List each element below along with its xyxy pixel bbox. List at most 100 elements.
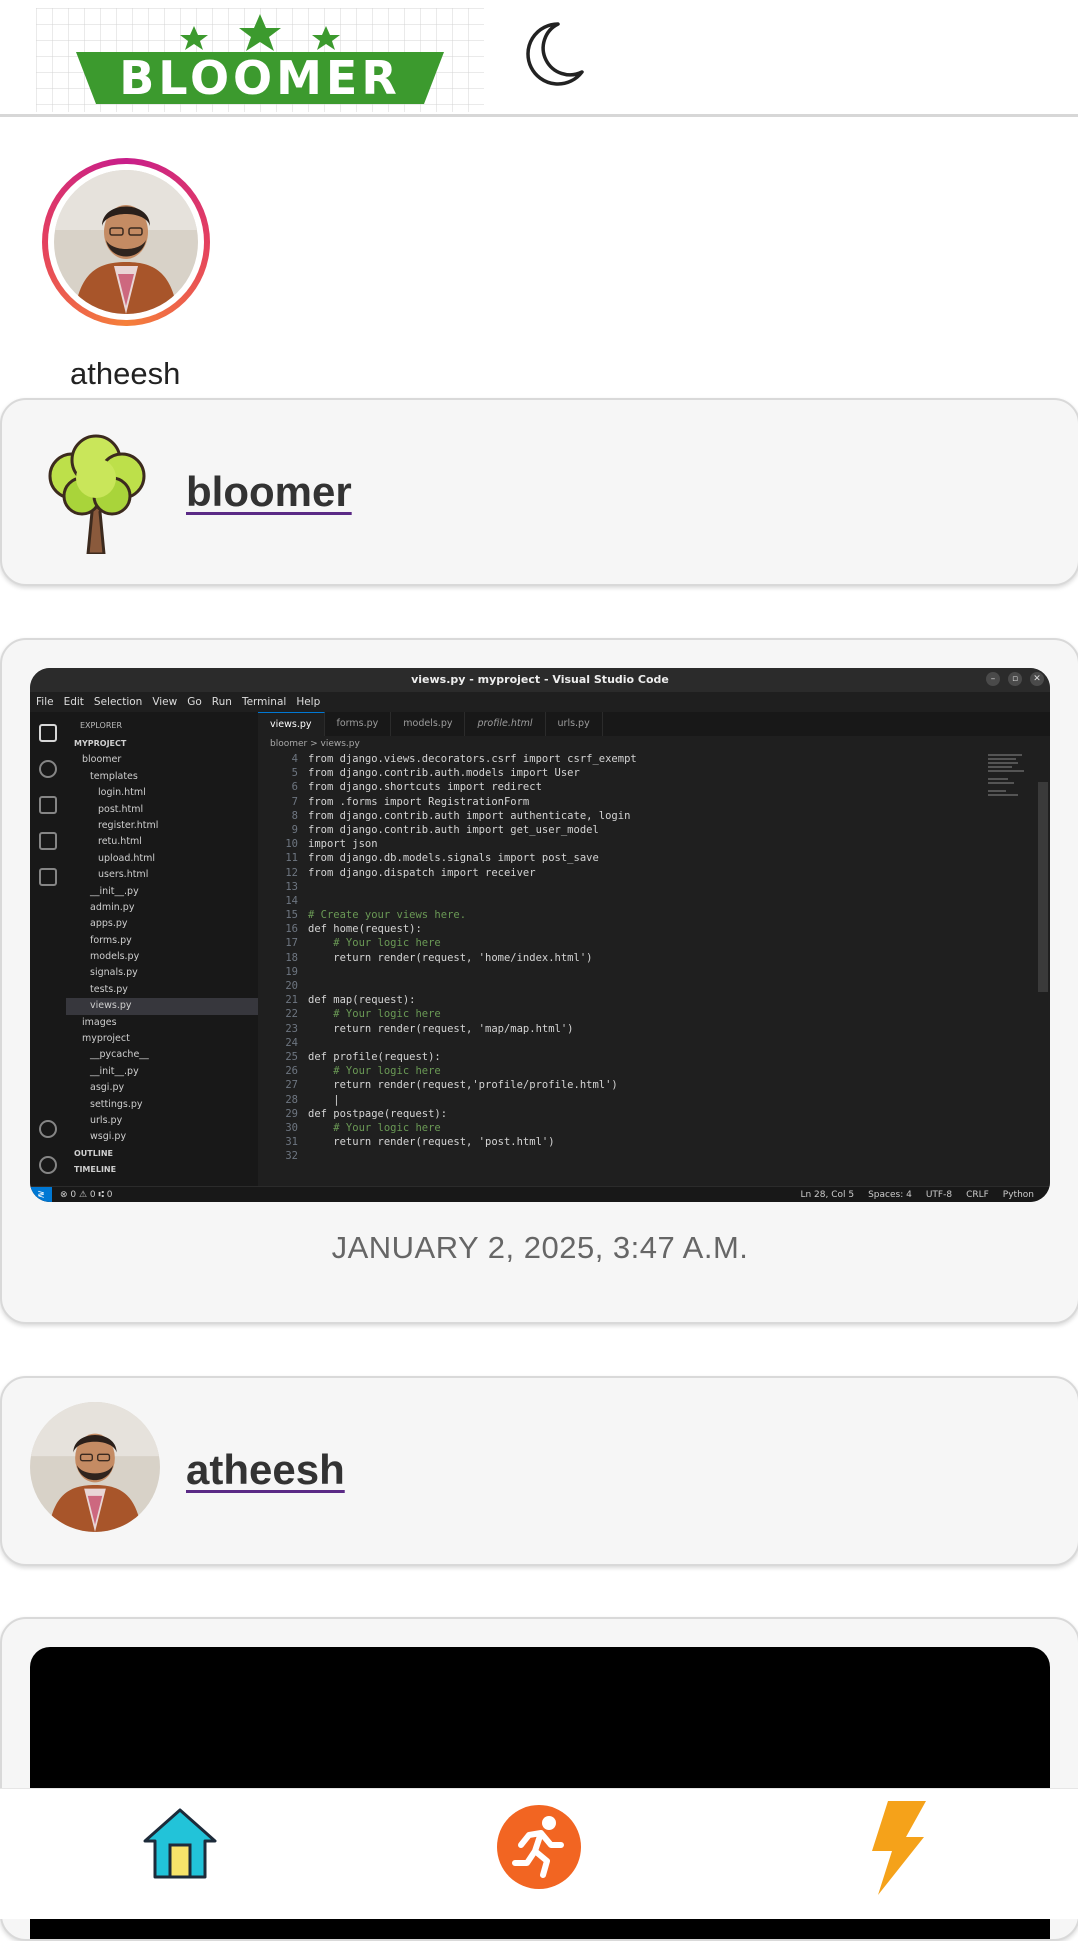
explorer-item: post.html (98, 803, 144, 815)
profile-avatar[interactable] (42, 158, 210, 326)
line-number: 28 (285, 1093, 298, 1106)
line-number: 7 (291, 795, 298, 808)
explorer-item: OUTLINE (74, 1148, 113, 1158)
logo-text: BLOOMER (119, 51, 401, 105)
line-number: 4 (291, 753, 298, 765)
tree-icon (48, 434, 146, 554)
author-link[interactable]: atheesh (186, 1446, 345, 1494)
explorer-item: wsgi.py (90, 1131, 127, 1143)
code-line: def profile(request): (308, 1050, 441, 1063)
line-number: 11 (285, 852, 298, 865)
code-line: from django.contrib.auth import authenti… (308, 809, 631, 822)
code-line: def map(request): (308, 994, 416, 1007)
line-number: 30 (285, 1121, 298, 1134)
explorer-item: images (82, 1016, 117, 1028)
code-line: import json (308, 838, 378, 851)
editor-tabs: views.py forms.py models.py profile.html… (258, 712, 1050, 737)
explorer-item: bloomer (82, 754, 122, 766)
line-number: 23 (285, 1022, 298, 1035)
line-number: 12 (285, 866, 298, 879)
explorer-item: TIMELINE (74, 1165, 117, 1175)
author-avatar[interactable] (30, 1402, 160, 1532)
line-number: 21 (285, 994, 298, 1007)
bloomer-logo[interactable]: BLOOMER (36, 8, 484, 112)
code-line: from .forms import RegistrationForm (308, 795, 530, 808)
explorer-item: urls.py (90, 1114, 123, 1126)
line-number: 6 (291, 781, 298, 794)
lightning-icon[interactable] (870, 1801, 926, 1895)
breadcrumb: bloomer > views.py (258, 736, 1050, 752)
code-editor: 4 5 6 7 8 9 10 11 12 13 14 15 16 17 18 19 20 21 22 23 24 25 26… (258, 752, 1050, 1186)
post-image[interactable]: views.py - myproject - Visual Studio Cod… (30, 668, 1050, 1202)
code-line: # Create your views here. (308, 909, 467, 922)
code-line: def postpage(request): (308, 1107, 448, 1120)
code-line: from django.dispatch import receiver (308, 866, 536, 879)
code-line: from django.contrib.auth import get_user… (308, 823, 599, 836)
status-bar: ≷ ⊗ 0 ⚠ 0 ⑆ 0 Ln 28, Col 5 Spaces: 4 UTF… (30, 1186, 1050, 1202)
line-number: 20 (285, 980, 298, 992)
explorer-item: tests.py (90, 983, 128, 995)
line-number: 31 (285, 1136, 298, 1149)
line-number: 25 (285, 1050, 298, 1063)
explorer-item: settings.py (90, 1098, 143, 1110)
explorer-item: views.py (66, 998, 258, 1015)
line-number: 9 (291, 823, 298, 836)
line-number: 22 (285, 1008, 298, 1021)
line-number: 32 (285, 1150, 298, 1163)
code-line: from django.contrib.auth.models import U… (308, 767, 580, 780)
line-number: 8 (291, 809, 298, 822)
explorer-item: apps.py (90, 918, 128, 930)
code-line: return render(request, 'post.html') (308, 1136, 555, 1149)
profile-photo (54, 170, 198, 314)
code-line: return render(request,'profile/profile.h… (308, 1079, 618, 1092)
line-number: 19 (285, 965, 298, 978)
author-link[interactable]: bloomer (186, 468, 352, 516)
code-line: # Your logic here (308, 1065, 441, 1078)
explorer-item: models.py (90, 951, 140, 963)
explorer-item: __pycache__ (90, 1049, 149, 1061)
explorer-item: login.html (98, 787, 146, 799)
line-number: 24 (285, 1036, 298, 1049)
line-number: 17 (285, 937, 298, 950)
explorer-item: upload.html (98, 852, 156, 864)
line-number: 16 (285, 923, 298, 936)
app-header: BLOOMER (0, 0, 1078, 117)
code-line: # Your logic here (308, 1008, 441, 1021)
bottom-navigation (0, 1788, 1078, 1919)
code-line: # Your logic here (308, 937, 441, 950)
explorer-item: retu.html (98, 836, 142, 848)
line-number: 10 (285, 838, 298, 851)
running-icon[interactable] (497, 1805, 581, 1889)
code-line: from django.db.models.signals import pos… (308, 852, 599, 865)
code-line: # Your logic here (308, 1121, 441, 1134)
code-line: from django.views.decorators.csrf import… (308, 753, 637, 765)
explorer-item: signals.py (90, 967, 138, 979)
post-header-card: atheesh (0, 1376, 1078, 1566)
explorer-item: asgi.py (90, 1082, 125, 1094)
line-number: 14 (285, 894, 298, 907)
explorer-panel: EXPLORER MYPROJECT bloomer templates login.… (66, 712, 259, 1186)
explorer-item: MYPROJECT (74, 739, 127, 748)
profile-username: atheesh (70, 356, 181, 391)
code-line: from django.shortcuts import redirect (308, 781, 542, 794)
window-title: views.py - myproject - Visual Studio Cod… (30, 668, 1050, 692)
explorer-item: forms.py (90, 934, 132, 946)
explorer-item: users.html (98, 869, 149, 881)
code-line: return render(request, 'home/index.html'… (308, 951, 593, 964)
post-header-card: bloomer (0, 398, 1078, 586)
explorer-item: admin.py (90, 901, 135, 913)
post-date: JANUARY 2, 2025, 3:47 A.M. (331, 1230, 749, 1265)
line-number: 26 (285, 1065, 298, 1078)
line-number: 27 (285, 1079, 298, 1092)
home-icon[interactable] (143, 1807, 217, 1879)
explorer-item: myproject (82, 1033, 130, 1045)
code-line: return render(request, 'map/map.html') (308, 1022, 574, 1035)
post-card: views.py - myproject - Visual Studio Cod… (0, 638, 1078, 1324)
line-number: 15 (285, 909, 298, 922)
vscode-screenshot: views.py - myproject - Visual Studio Cod… (30, 668, 1050, 1202)
window-controls: – ▫ ✕ (986, 672, 1044, 686)
moon-icon[interactable] (520, 18, 586, 88)
